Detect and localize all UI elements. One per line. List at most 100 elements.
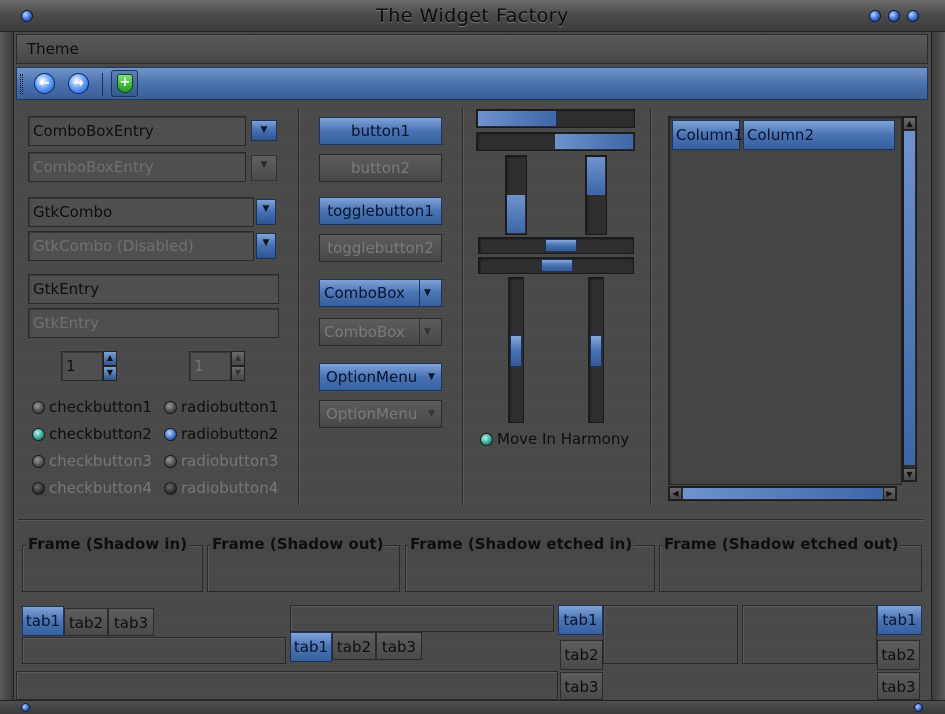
- combobox-disabled: ComboBox ▼: [319, 318, 442, 346]
- hscale-1[interactable]: [478, 237, 634, 254]
- checkbutton4[interactable]: checkbutton4: [49, 479, 152, 497]
- column-header-2[interactable]: Column2: [743, 120, 895, 150]
- radiobutton2[interactable]: radiobutton2: [181, 425, 278, 443]
- maximize-orb-icon[interactable]: [888, 10, 900, 22]
- divider: [18, 519, 923, 520]
- scrollbar-thumb[interactable]: [683, 488, 883, 499]
- frame-label: Frame (Shadow etched in): [408, 535, 635, 553]
- scroll-left-icon[interactable]: ◀: [669, 487, 682, 500]
- tab-1[interactable]: tab1: [22, 606, 64, 636]
- spin-down-icon[interactable]: ▼: [103, 366, 117, 381]
- progress-fill: [478, 111, 556, 126]
- checkbutton3-indicator[interactable]: [32, 455, 45, 468]
- gtk-entry-disabled: GtkEntry: [28, 308, 279, 338]
- move-in-harmony-checkbox[interactable]: Move In Harmony: [497, 430, 629, 448]
- tab-1[interactable]: tab1: [558, 605, 603, 635]
- menu-theme[interactable]: Theme: [27, 40, 79, 58]
- window-right-border: [931, 32, 945, 700]
- chevron-down-icon: ▼: [428, 409, 435, 419]
- radiobutton3[interactable]: radiobutton3: [181, 452, 278, 470]
- checkbutton2-indicator[interactable]: [32, 428, 45, 441]
- vscale-1[interactable]: [508, 277, 524, 423]
- spin-button[interactable]: 1: [61, 351, 103, 381]
- checkbutton2[interactable]: checkbutton2: [49, 425, 152, 443]
- vscale-slider[interactable]: [510, 335, 522, 367]
- chevron-down-icon[interactable]: ▼: [251, 120, 277, 141]
- gtk-combo-disabled: GtkCombo (Disabled): [28, 231, 254, 261]
- radiobutton2-indicator[interactable]: [164, 428, 177, 441]
- chevron-down-icon: ▼: [428, 372, 435, 382]
- back-arrow-icon: ←: [34, 73, 55, 94]
- tab-1[interactable]: tab1: [877, 605, 922, 635]
- vscale-2[interactable]: [588, 277, 604, 423]
- hscale-slider[interactable]: [545, 239, 577, 252]
- vertical-scrollbar[interactable]: ▲ ▼: [902, 116, 917, 482]
- tab-2[interactable]: tab2: [877, 640, 920, 670]
- tab-2[interactable]: tab2: [64, 608, 108, 636]
- checkbutton1-indicator[interactable]: [32, 401, 45, 414]
- tab-1[interactable]: tab1: [290, 632, 332, 662]
- column-header-1[interactable]: Column1: [672, 120, 743, 150]
- divider: [298, 108, 299, 506]
- tree-view[interactable]: Column1 Column2: [668, 116, 902, 485]
- divider: [462, 108, 463, 506]
- chevron-down-icon: ▼: [251, 155, 277, 181]
- togglebutton2[interactable]: togglebutton2: [319, 234, 442, 262]
- statusbar: [16, 671, 558, 700]
- tab-3[interactable]: tab3: [376, 632, 422, 660]
- optionmenu-disabled: OptionMenu ▼: [319, 400, 442, 428]
- horizontal-scrollbar[interactable]: ◀ ▶: [668, 486, 897, 501]
- combobox-entry-disabled: ComboBoxEntry: [28, 152, 246, 182]
- frame-label: Frame (Shadow in): [26, 535, 190, 553]
- move-in-harmony-indicator[interactable]: [480, 433, 493, 446]
- shield-button[interactable]: +: [111, 70, 138, 97]
- checkbutton4-indicator[interactable]: [32, 482, 45, 495]
- spin-button-disabled: 1: [189, 351, 231, 381]
- frame-label: Frame (Shadow out): [210, 535, 386, 553]
- button2[interactable]: button2: [319, 154, 442, 182]
- forward-button[interactable]: →: [65, 70, 92, 97]
- checkbutton3[interactable]: checkbutton3: [49, 452, 152, 470]
- tab-2[interactable]: tab2: [332, 632, 376, 660]
- resize-right-orb-icon[interactable]: [914, 703, 923, 712]
- radiobutton1[interactable]: radiobutton1: [181, 398, 278, 416]
- tab-2[interactable]: tab2: [560, 640, 603, 670]
- combo-separator: [419, 280, 420, 306]
- gtk-entry[interactable]: GtkEntry: [28, 274, 279, 304]
- progress-bar-rtl: [476, 132, 635, 151]
- vscale-slider[interactable]: [590, 335, 602, 367]
- tab-3[interactable]: tab3: [108, 608, 154, 636]
- minimize-orb-icon[interactable]: [869, 10, 881, 22]
- window-title: The Widget Factory: [376, 5, 569, 27]
- chevron-down-icon: ▼: [424, 327, 431, 337]
- close-orb-icon[interactable]: [907, 10, 919, 22]
- toolbar-grip[interactable]: [20, 74, 23, 94]
- combobox-entry[interactable]: ComboBoxEntry: [28, 116, 246, 146]
- scrollbar-thumb[interactable]: [904, 131, 915, 465]
- title-bar[interactable]: The Widget Factory: [0, 0, 945, 32]
- optionmenu[interactable]: OptionMenu ▼: [319, 363, 442, 391]
- checkbutton1[interactable]: checkbutton1: [49, 398, 152, 416]
- hscale-2[interactable]: [478, 257, 634, 274]
- combobox[interactable]: ComboBox ▼: [319, 279, 442, 307]
- hscale-slider[interactable]: [541, 259, 573, 272]
- radiobutton4-indicator[interactable]: [164, 482, 177, 495]
- back-button[interactable]: ←: [31, 70, 58, 97]
- scroll-right-icon[interactable]: ▶: [883, 487, 896, 500]
- scroll-down-icon[interactable]: ▼: [903, 468, 916, 481]
- scroll-up-icon[interactable]: ▲: [903, 117, 916, 130]
- radiobutton1-indicator[interactable]: [164, 401, 177, 414]
- progress-fill: [507, 195, 525, 233]
- tab-3[interactable]: tab3: [877, 672, 920, 700]
- forward-arrow-icon: →: [68, 73, 89, 94]
- button1[interactable]: button1: [319, 117, 442, 145]
- gtk-combo[interactable]: GtkCombo: [28, 197, 254, 227]
- tab-3[interactable]: tab3: [560, 672, 603, 700]
- chevron-down-icon[interactable]: ▼: [256, 233, 276, 259]
- resize-left-orb-icon[interactable]: [21, 703, 30, 712]
- togglebutton1[interactable]: togglebutton1: [319, 197, 442, 225]
- spin-up-icon[interactable]: ▲: [103, 351, 117, 366]
- radiobutton3-indicator[interactable]: [164, 455, 177, 468]
- chevron-down-icon[interactable]: ▼: [256, 199, 276, 225]
- radiobutton4[interactable]: radiobutton4: [181, 479, 278, 497]
